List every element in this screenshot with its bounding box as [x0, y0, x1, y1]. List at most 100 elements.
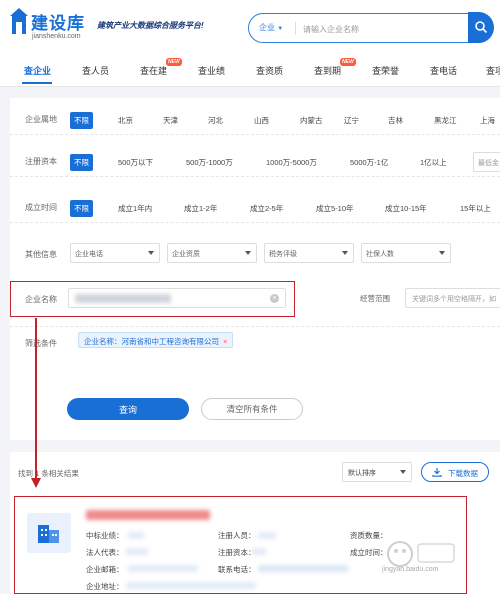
remove-condition-icon[interactable]: ×	[223, 337, 227, 346]
new-badge: NEW	[166, 58, 182, 66]
top-header: 建设库 jianshenku.com 建筑产业大数据综合服务平台! 企业 ▼	[0, 0, 500, 56]
tab-in-progress[interactable]: 查在建	[140, 64, 167, 77]
caret-down-icon	[400, 470, 406, 474]
clear-icon[interactable]: ×	[270, 294, 279, 303]
filter-panel: 企业属地 不限 北京 天津 河北 山西 内蒙古 辽宁 吉林 黑龙江 上海 注册资…	[10, 98, 500, 440]
download-button[interactable]: 下载数据	[421, 462, 489, 482]
region-option[interactable]: 山西	[254, 115, 269, 126]
caret-down-icon	[148, 251, 154, 255]
field-legal-rep: 法人代表：	[86, 548, 124, 557]
search-icon	[475, 21, 488, 34]
founded-option[interactable]: 成立1-2年	[184, 203, 217, 214]
search-input[interactable]	[301, 20, 465, 38]
company-logo	[27, 513, 71, 553]
annotation-arrow-head	[31, 478, 41, 488]
founded-option[interactable]: 成立10-15年	[385, 203, 427, 214]
filter-label: 注册资本	[25, 157, 57, 166]
founded-option[interactable]: 15年以上	[460, 203, 491, 214]
filter-row-other: 其他信息 企业电话 企业资质 税务评级 社保人数	[10, 238, 500, 270]
download-label: 下载数据	[448, 469, 478, 478]
blurred-value	[128, 532, 144, 539]
filter-row-capital: 注册资本 不限 500万以下 500万-1000万 1000万-5000万 50…	[10, 148, 500, 177]
field-address: 企业地址：	[86, 582, 124, 591]
region-option[interactable]: 天津	[163, 115, 178, 126]
region-option[interactable]: 吉林	[388, 115, 403, 126]
building-icon	[38, 525, 59, 543]
filter-row-region: 企业属地 不限 北京 天津 河北 山西 内蒙古 辽宁 吉林 黑龙江 上海	[10, 106, 500, 135]
tab-personnel[interactable]: 查人员	[82, 64, 109, 77]
dropdown-label: 企业电话	[75, 251, 103, 258]
query-button[interactable]: 查询	[67, 398, 189, 420]
field-bid-performance: 中标业绩：	[86, 531, 124, 540]
blurred-value	[126, 548, 148, 555]
capital-option[interactable]: 1000万-5000万	[266, 157, 317, 168]
logo-domain: jianshenku.com	[32, 33, 81, 40]
result-count: 找到 1 条相关结果	[18, 469, 79, 478]
blurred-value	[252, 548, 266, 555]
filter-label: 企业属地	[25, 115, 57, 124]
capital-option[interactable]: 500万以下	[118, 157, 153, 168]
field-registered-staff: 注册人员：	[218, 531, 256, 540]
founded-option[interactable]: 成立1年内	[118, 203, 152, 214]
tab-honors[interactable]: 查荣誉	[372, 64, 399, 77]
founded-option[interactable]: 成立2-5年	[250, 203, 283, 214]
scope-input[interactable]: 关键词多个用空格隔开，如	[405, 288, 500, 308]
tab-project[interactable]: 查项	[486, 64, 500, 77]
scope-label: 经营范围	[360, 294, 390, 303]
capital-option[interactable]: 1亿以上	[420, 157, 447, 168]
watermark-domain: jingyan.baidu.com	[382, 566, 439, 573]
new-badge: NEW	[340, 58, 356, 66]
field-email: 企业邮箱：	[86, 565, 124, 574]
min-capital-input[interactable]: 最低金	[473, 152, 500, 172]
company-name-link[interactable]	[86, 510, 210, 520]
region-option[interactable]: 上海	[480, 115, 495, 126]
search-type-label: 企业	[259, 23, 275, 32]
blurred-value	[126, 582, 256, 589]
tab-expiry[interactable]: 查到期	[314, 64, 341, 77]
clear-all-button[interactable]: 清空所有条件	[201, 398, 303, 420]
social-security-dropdown[interactable]: 社保人数	[361, 243, 451, 263]
sort-dropdown[interactable]: 默认排序	[342, 462, 412, 482]
caret-down-icon	[439, 251, 445, 255]
field-phone: 联系电话：	[218, 565, 256, 574]
condition-tag: 企业名称：河南省和中工程咨询有限公司 ×	[78, 332, 234, 348]
caret-down-icon: ▼	[277, 26, 284, 32]
tab-company[interactable]: 查企业	[24, 64, 51, 77]
tab-performance[interactable]: 查业绩	[198, 64, 225, 77]
logo-icon	[10, 8, 28, 34]
active-tab-indicator	[22, 82, 52, 84]
region-option[interactable]: 北京	[118, 115, 133, 126]
qualification-dropdown[interactable]: 企业资质	[167, 243, 257, 263]
founded-option[interactable]: 不限	[70, 200, 93, 217]
region-option[interactable]: 河北	[208, 115, 223, 126]
region-option[interactable]: 黑龙江	[434, 115, 457, 126]
field-registered-capital: 注册资本：	[218, 548, 256, 557]
blurred-value	[128, 565, 198, 572]
divider	[10, 326, 500, 327]
main-nav: 查企业 查人员 查在建 NEW 查业绩 查资质 查到期 NEW 查荣誉 查电话 …	[0, 56, 500, 87]
founded-option[interactable]: 成立5-10年	[316, 203, 354, 214]
tax-rating-dropdown[interactable]: 税务评级	[264, 243, 354, 263]
dropdown-label: 企业资质	[172, 251, 200, 258]
caret-down-icon	[342, 251, 348, 255]
capital-option[interactable]: 500万-1000万	[186, 157, 233, 168]
search-button[interactable]	[468, 12, 494, 43]
capital-option[interactable]: 不限	[70, 154, 93, 171]
phone-dropdown[interactable]: 企业电话	[70, 243, 160, 263]
annotation-arrow	[35, 318, 37, 478]
dropdown-label: 税务评级	[269, 251, 297, 258]
caret-down-icon	[245, 251, 251, 255]
tab-qualification[interactable]: 查资质	[256, 64, 283, 77]
logo-name[interactable]: 建设库	[31, 9, 85, 34]
sort-label: 默认排序	[348, 470, 376, 477]
company-name-input[interactable]: ×	[68, 288, 286, 308]
capital-option[interactable]: 5000万-1亿	[350, 157, 388, 168]
tab-phone[interactable]: 查电话	[430, 64, 457, 77]
search-type-select[interactable]: 企业 ▼	[259, 22, 283, 33]
search-bar: 企业 ▼	[248, 12, 494, 43]
region-option[interactable]: 辽宁	[344, 115, 359, 126]
region-option[interactable]: 不限	[70, 112, 93, 129]
conditions-label: 筛选条件	[25, 339, 57, 348]
search-separator	[295, 22, 296, 35]
region-option[interactable]: 内蒙古	[300, 115, 323, 126]
